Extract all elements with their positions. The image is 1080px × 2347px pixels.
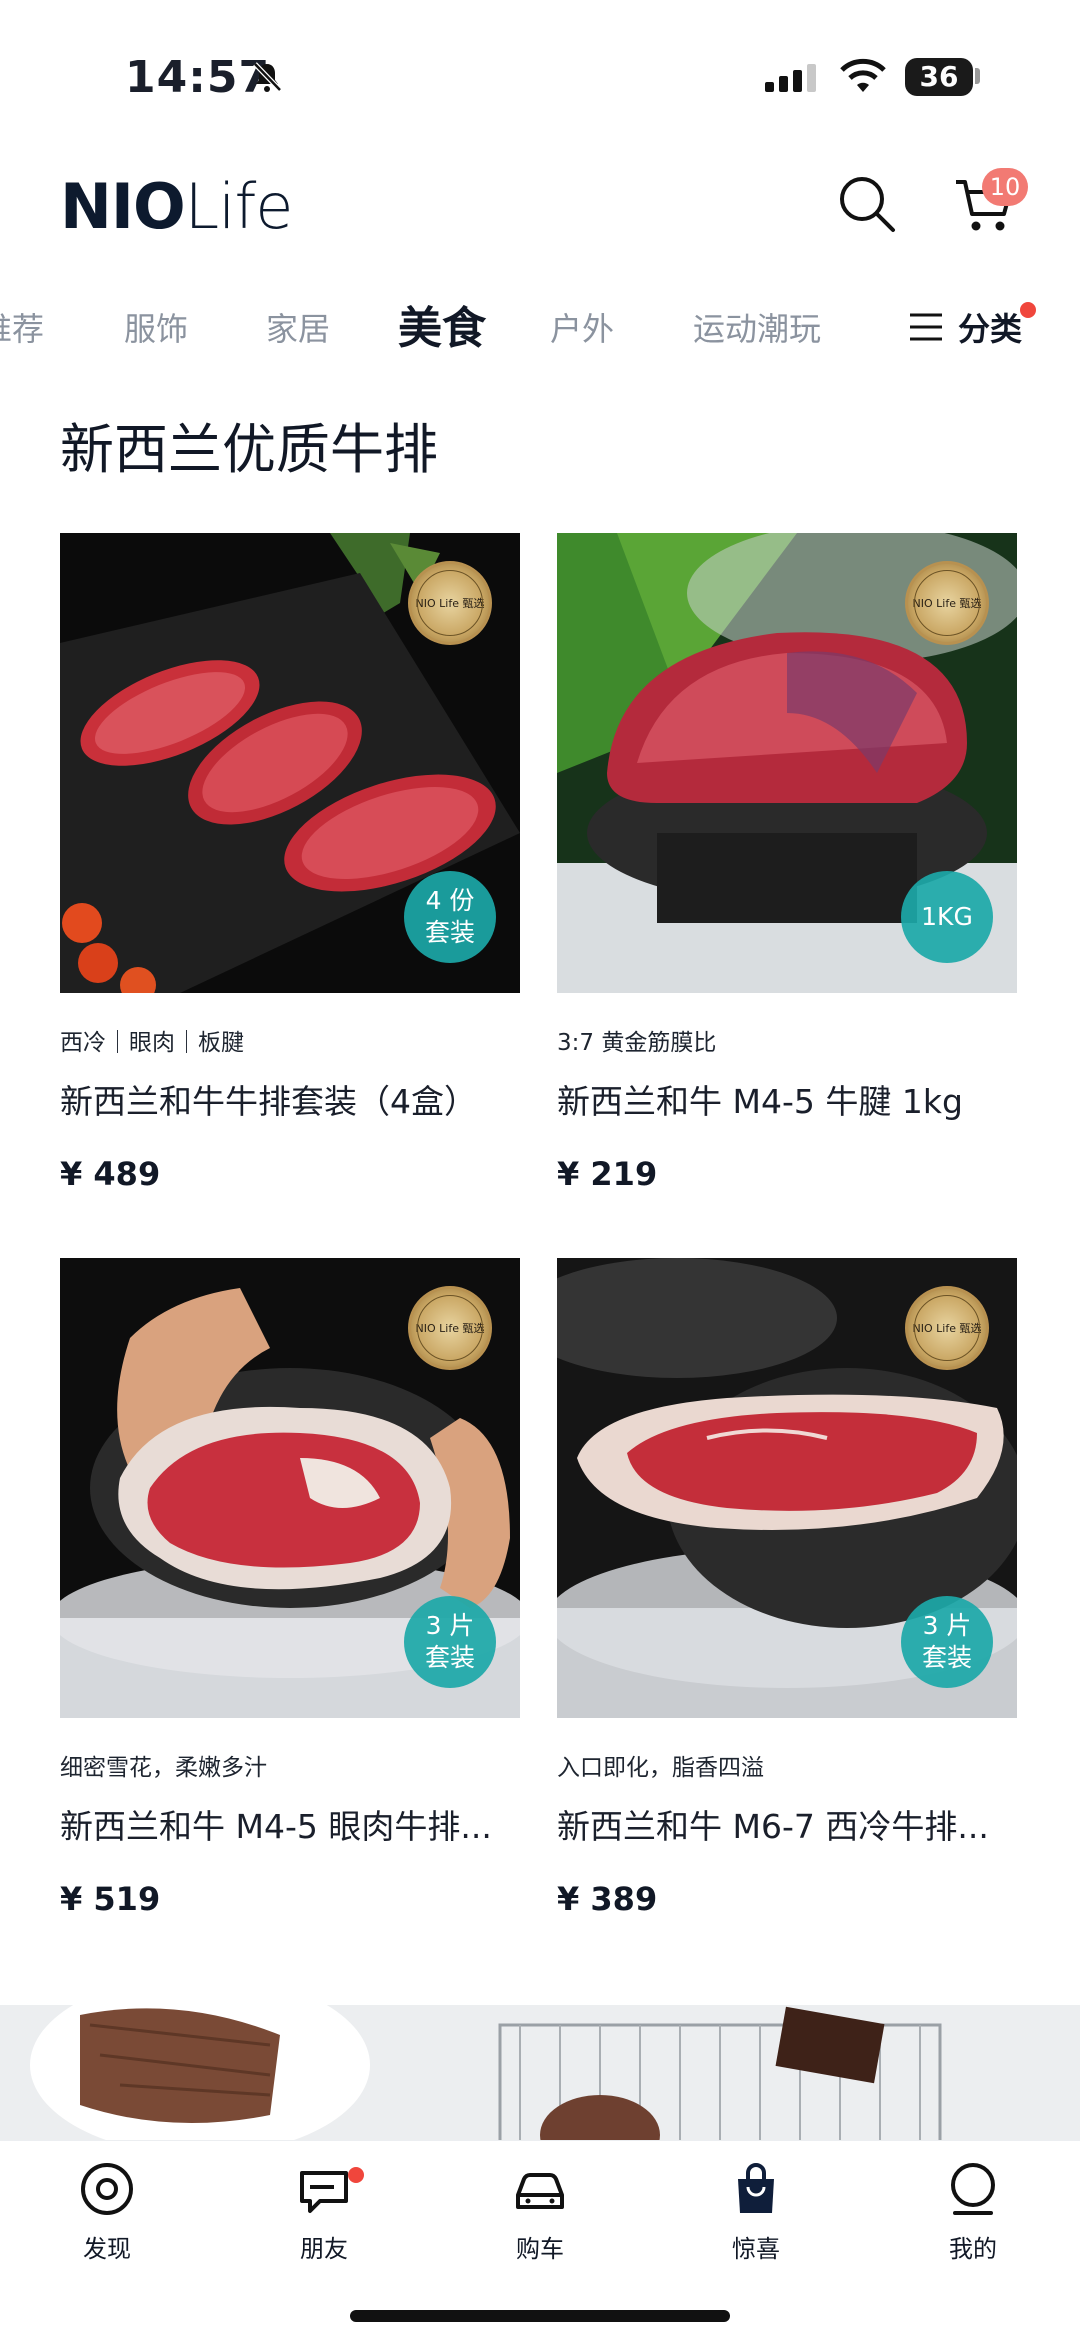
nav-surprise[interactable]: 惊喜 [696,2159,816,2264]
wifi-icon [840,58,886,92]
section-title: 新西兰优质牛排 [60,418,438,481]
gourmet-selection-seal: NIO Life 甄选 [408,561,492,645]
gourmet-selection-seal: NIO Life 甄选 [905,561,989,645]
nio-life-logo[interactable]: NIOLife [60,170,293,243]
product-name[interactable]: 新西兰和牛 M4-5 牛腱 1kg [557,1075,1017,1123]
product-tags: 西冷｜眼肉｜板腱 [60,1030,244,1056]
nav-label: 购车 [516,2235,564,2263]
chocolate-banner-image [0,2005,1080,2145]
product-tags: 3:7 黄金筋膜比 [557,1030,717,1056]
category-button[interactable]: 分类 [908,302,1022,352]
tab-recommend[interactable]: 推荐 [0,304,44,350]
product-image[interactable]: NIO Life 甄选 1KG [557,533,1017,993]
menu-lines-icon [910,313,942,341]
gourmet-selection-seal: NIO Life 甄选 [905,1286,989,1370]
quantity-badge: 3 片套装 [901,1596,993,1688]
battery-indicator: 36 [905,58,973,96]
battery-cap [975,68,980,84]
tab-outdoor[interactable]: 户外 [550,304,614,350]
product-image[interactable]: NIO Life 甄选 3 片套装 [557,1258,1017,1718]
gourmet-selection-seal: NIO Life 甄选 [408,1286,492,1370]
product-image[interactable]: NIO Life 甄选 3 片套装 [60,1258,520,1718]
tab-food[interactable]: 美食 [398,292,486,356]
quantity-badge: 3 片套装 [404,1596,496,1688]
cart-count-badge: 10 [982,168,1028,206]
profile-icon [951,2163,995,2215]
promo-banner[interactable] [0,2005,1080,2145]
product-card[interactable]: NIO Life 甄选 3 片套装 入口即化，脂香四溢 新西兰和牛 M6-7 西… [557,1258,1017,1918]
search-icon[interactable] [835,172,899,236]
quantity-badge: 4 份套装 [404,871,496,963]
nav-label: 发现 [83,2235,131,2263]
tab-sports[interactable]: 运动潮玩 [693,304,821,350]
nav-friends[interactable]: 朋友 [264,2159,384,2264]
bag-icon [738,2163,774,2213]
product-card[interactable]: NIO Life 甄选 4 份套装 西冷｜眼肉｜板腱 新西兰和牛牛排套装（4盒）… [60,533,520,1193]
nav-label: 我的 [949,2235,997,2263]
product-name[interactable]: 新西兰和牛牛排套装（4盒） [60,1075,520,1123]
product-price: ¥ 389 [557,1880,658,1918]
product-name[interactable]: 新西兰和牛 M4-5 眼肉牛排... [60,1800,520,1848]
tab-home[interactable]: 家居 [266,304,330,350]
product-price: ¥ 489 [60,1155,161,1193]
product-image[interactable]: NIO Life 甄选 4 份套装 [60,533,520,993]
product-price: ¥ 519 [60,1880,161,1918]
product-card[interactable]: NIO Life 甄选 1KG 3:7 黄金筋膜比 新西兰和牛 M4-5 牛腱 … [557,533,1017,1193]
product-tags: 入口即化，脂香四溢 [557,1755,764,1781]
product-card[interactable]: NIO Life 甄选 3 片套装 细密雪花，柔嫩多汁 新西兰和牛 M4-5 眼… [60,1258,520,1918]
car-icon [516,2173,564,2209]
bell-muted-icon [253,62,282,92]
weight-badge: 1KG [901,871,993,963]
product-tags: 细密雪花，柔嫩多汁 [60,1755,267,1781]
chat-icon [300,2171,348,2213]
tab-apparel[interactable]: 服饰 [124,304,188,350]
category-button-label: 分类 [958,310,1023,348]
nav-label: 惊喜 [732,2235,780,2263]
cellular-signal-icon [765,64,816,92]
nav-buy-car[interactable]: 购车 [480,2159,600,2264]
target-icon [81,2163,133,2215]
category-notification-dot [1020,302,1036,318]
nav-label: 朋友 [300,2235,348,2263]
bottom-navigation: 发现 朋友 购车 惊喜 我的 [0,2140,1080,2291]
friends-notification-dot [348,2167,364,2183]
product-price: ¥ 219 [557,1155,658,1193]
nav-profile[interactable]: 我的 [913,2159,1033,2264]
status-time: 14:57 [125,52,271,103]
home-indicator[interactable] [350,2310,730,2322]
nav-discover[interactable]: 发现 [47,2159,167,2264]
product-name[interactable]: 新西兰和牛 M6-7 西冷牛排... [557,1800,1017,1848]
